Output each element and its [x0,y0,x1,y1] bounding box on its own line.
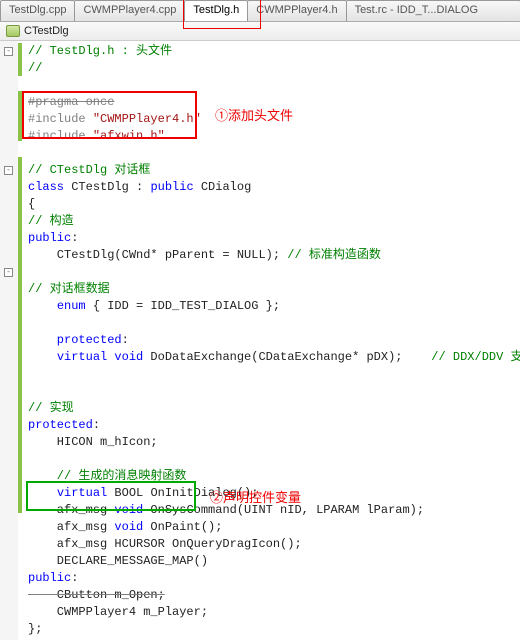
code-text: void [114,503,143,517]
tab-cwmpplayer4-cpp[interactable]: CWMPPlayer4.cpp [74,0,185,21]
code-text: CWMPPlayer4 m_Player; [28,605,208,619]
code-text: : [93,418,100,432]
code-text: afx_msg HCURSOR OnQueryDragIcon(); [28,537,302,551]
code-text: HICON m_hIcon; [28,435,158,449]
code-text: OnPaint(); [143,520,222,534]
class-icon [6,25,20,37]
class-name: CTestDlg [24,25,69,37]
code-text: "CWMPPlayer4.h" [93,112,201,126]
tab-testdlg-cpp[interactable]: TestDlg.cpp [0,0,75,21]
tab-bar: TestDlg.cpp CWMPPlayer4.cpp TestDlg.h CW… [0,0,520,22]
code-text: DECLARE_MESSAGE_MAP() [28,554,208,568]
class-navigator[interactable]: CTestDlg [0,22,520,41]
tab-testdlg-h[interactable]: TestDlg.h [184,0,248,21]
code-text: virtual void [57,350,143,364]
code-text [28,299,57,313]
tab-cwmpplayer4-h[interactable]: CWMPPlayer4.h [247,0,346,21]
code-text: }; [28,622,42,636]
annotation-2: ②声明控件变量 [210,489,301,506]
code-text: CDialog [194,180,252,194]
code-text: // DDX/DDV 支持 [431,350,520,364]
code-text: afx_msg [28,520,114,534]
code-text: : [122,333,129,347]
code-text: #pragma once [28,95,114,109]
code-text: CTestDlg(CWnd* pParent = NULL); [28,248,287,262]
tab-test-rc[interactable]: Test.rc - IDD_T...DIALOG [346,0,520,21]
code-text: public [28,231,71,245]
code-text: class [28,180,64,194]
code-text: { IDD = IDD_TEST_DIALOG }; [86,299,280,313]
code-text: // CTestDlg 对话框 [28,163,150,177]
code-text: #include [28,112,93,126]
code-text: protected [28,418,93,432]
code-text: : [71,231,78,245]
code-text [28,350,57,364]
code-text: CTestDlg : [64,180,150,194]
code-text: "afxwin.h" [93,129,165,143]
code-text: #include [28,129,93,143]
code-text: virtual [57,486,107,500]
code-text: public [150,180,193,194]
code-text: DoDataExchange(CDataExchange* pDX); [143,350,431,364]
code-text: protected [28,333,122,347]
code-text: // 构造 [28,214,74,228]
code-editor[interactable]: - - - // TestDlg.h : 头文件 // #pragma once… [0,41,520,640]
code-text: // TestDlg.h : 头文件 [28,44,172,58]
code-text: // 实现 [28,401,74,415]
code-text: : [71,571,78,585]
annotation-1: ①添加头文件 [215,107,293,124]
code-text: CButton m_Open; [28,588,165,602]
code-text: afx_msg [28,503,114,517]
code-text: void [114,520,143,534]
code-text: // 对话框数据 [28,282,110,296]
code-text: // [28,61,42,75]
code-text: // 标准构造函数 [287,248,381,262]
code-text: { [28,197,35,211]
code-text: public [28,571,71,585]
code-text [28,486,57,500]
code-text: enum [57,299,86,313]
code-text: // 生成的消息映射函数 [28,469,186,483]
